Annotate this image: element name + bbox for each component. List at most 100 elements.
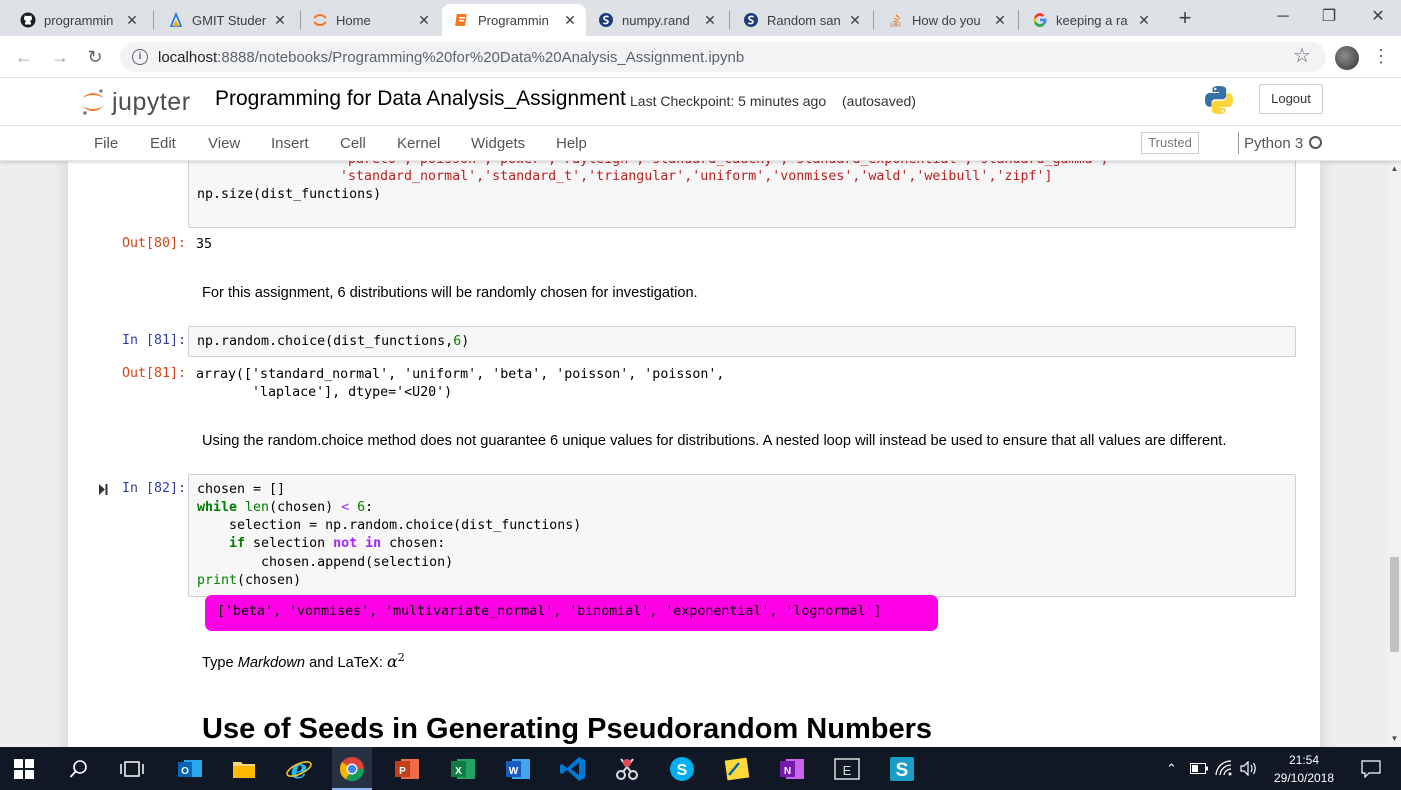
menu-cell[interactable]: Cell [340,135,366,152]
markdown-cell-text[interactable]: For this assignment, 6 distributions wil… [202,285,698,301]
notifications-icon[interactable] [1361,760,1381,778]
markdown-cell-latex[interactable]: Type Markdown and LaTeX: α2 [202,651,405,671]
sticky-notes-icon[interactable] [723,755,751,783]
wifi-icon[interactable] [1215,760,1233,776]
chrome-taskbar-active[interactable] [332,747,372,790]
internet-explorer-icon[interactable]: e [285,755,313,783]
trusted-indicator[interactable]: Trusted [1141,132,1199,154]
powerpoint-icon[interactable]: P [393,755,421,783]
browser-tab-stackoverflow[interactable]: How do you ✕ [876,4,1016,36]
tab-close-icon[interactable]: ✕ [416,12,432,29]
browser-menu-icon[interactable]: ⋮ [1372,44,1390,68]
notebook-title[interactable]: Programming for Data Analysis_Assignment [215,87,626,111]
code-cell-81-input[interactable]: np.random.choice(dist_functions,6) [188,326,1296,357]
tab-close-icon[interactable]: ✕ [847,12,863,29]
battery-icon[interactable] [1190,763,1208,774]
code-cell-80-input[interactable]: 'pareto','poisson','power','rayleigh','s… [188,161,1296,228]
tab-title: Programmin [478,12,549,28]
code-line: chosen = [] [197,481,285,499]
word-icon[interactable]: W [504,755,532,783]
vscode-icon[interactable] [559,755,587,783]
tab-title: Home [336,12,371,28]
menu-help[interactable]: Help [556,135,587,152]
tray-overflow-icon[interactable]: ⌃ [1166,761,1177,777]
address-bar[interactable]: i localhost:8888/notebooks/Programming%2… [120,42,1326,72]
svg-text:E: E [843,763,852,778]
restore-icon[interactable]: ❐ [1306,4,1352,32]
markdown-cell-text[interactable]: Using the random.choice method does not … [202,433,1226,449]
browser-tab-github[interactable]: programmin ✕ [8,4,148,36]
code-line: np.random.choice(dist_functions,6) [197,333,469,351]
menu-insert[interactable]: Insert [271,135,309,152]
reload-icon[interactable]: ↻ [82,44,108,70]
menu-kernel[interactable]: Kernel [397,135,440,152]
onenote-icon[interactable]: N [778,755,806,783]
menu-edit[interactable]: Edit [150,135,176,152]
bookmark-star-icon[interactable]: ☆ [1290,44,1314,68]
tab-close-icon[interactable]: ✕ [124,12,140,29]
section-heading[interactable]: Use of Seeds in Generating Pseudorandom … [202,713,932,746]
md-text: Type [202,654,238,671]
browser-tab-active-notebook[interactable]: Programmin ✕ [442,4,586,36]
skype-icon[interactable]: S [668,755,696,783]
outlook-icon[interactable]: O [176,755,204,783]
tab-close-icon[interactable]: ✕ [1136,12,1152,29]
code-token: not in [333,536,382,551]
editor-app-icon[interactable]: E [833,755,861,783]
profile-avatar[interactable] [1335,46,1359,70]
jupyter-logo-text: jupyter [112,87,191,116]
browser-tab-home[interactable]: Home ✕ [300,4,440,36]
code-line: while len(chosen) < 6: [197,499,373,517]
windows-start-icon[interactable] [14,759,34,779]
volume-icon[interactable] [1240,761,1257,776]
tab-close-icon[interactable]: ✕ [562,12,578,29]
scroll-down-icon[interactable]: ▼ [1388,734,1401,743]
code-token: chosen = [] [197,482,286,497]
sway-icon[interactable]: S [888,755,916,783]
task-view-icon[interactable] [120,759,144,779]
code-line: chosen.append(selection) [197,554,453,572]
tab-title: keeping a ra [1056,12,1128,28]
snipping-tool-icon[interactable] [613,755,641,783]
code-token: dist_functions [261,187,374,202]
clock-time[interactable]: 21:54 [1268,753,1340,767]
code-token: np.random.choice(dist_functions, [197,334,454,349]
svg-text:P: P [399,766,406,777]
excel-icon[interactable]: X [449,755,477,783]
kernel-name[interactable]: Python 3 [1244,135,1303,152]
file-explorer-icon[interactable] [230,755,258,783]
menu-widgets[interactable]: Widgets [471,135,525,152]
logout-button[interactable]: Logout [1259,84,1323,114]
search-icon[interactable] [69,759,89,779]
window-close-icon[interactable]: ✕ [1355,4,1401,32]
site-info-icon[interactable]: i [132,49,148,65]
scrollbar-thumb[interactable] [1390,557,1399,652]
browser-tab-google[interactable]: keeping a ra ✕ [1020,4,1160,36]
tab-close-icon[interactable]: ✕ [992,12,1008,29]
menu-file[interactable]: File [94,135,118,152]
kernel-idle-indicator-icon [1309,136,1322,149]
notebook-scrollbar[interactable]: ▲ ▼ [1388,161,1401,747]
tab-title: programmin [44,12,114,28]
forward-arrow-icon[interactable]: → [47,44,73,70]
tab-close-icon[interactable]: ✕ [272,12,288,29]
browser-tab-numpy[interactable]: numpy.rand ✕ [586,4,726,36]
output-82: ['beta', 'vonmises', 'multivariate_norma… [217,604,882,619]
output-81-line: 'laplace'], dtype='<U20') [196,385,453,400]
jupyter-logo[interactable]: jupyter [80,82,191,122]
scroll-up-icon[interactable]: ▲ [1388,164,1401,173]
browser-tab-gmit[interactable]: GMIT Studer ✕ [156,4,296,36]
scipy-icon [744,13,758,27]
code-token: selection [245,536,334,551]
latex-alpha: α [386,651,398,671]
minimize-icon[interactable]: ─ [1260,4,1306,32]
code-cell-82-input[interactable]: chosen = [] while len(chosen) < 6: selec… [188,474,1296,597]
tab-divider [153,10,154,30]
back-arrow-icon[interactable]: ← [11,44,37,70]
clock-date[interactable]: 29/10/2018 [1268,771,1340,785]
tab-close-icon[interactable]: ✕ [702,12,718,29]
menu-view[interactable]: View [208,135,240,152]
new-tab-button[interactable]: + [1172,6,1198,32]
browser-tab-random-sampling[interactable]: Random san ✕ [731,4,871,36]
tab-divider [729,10,730,30]
